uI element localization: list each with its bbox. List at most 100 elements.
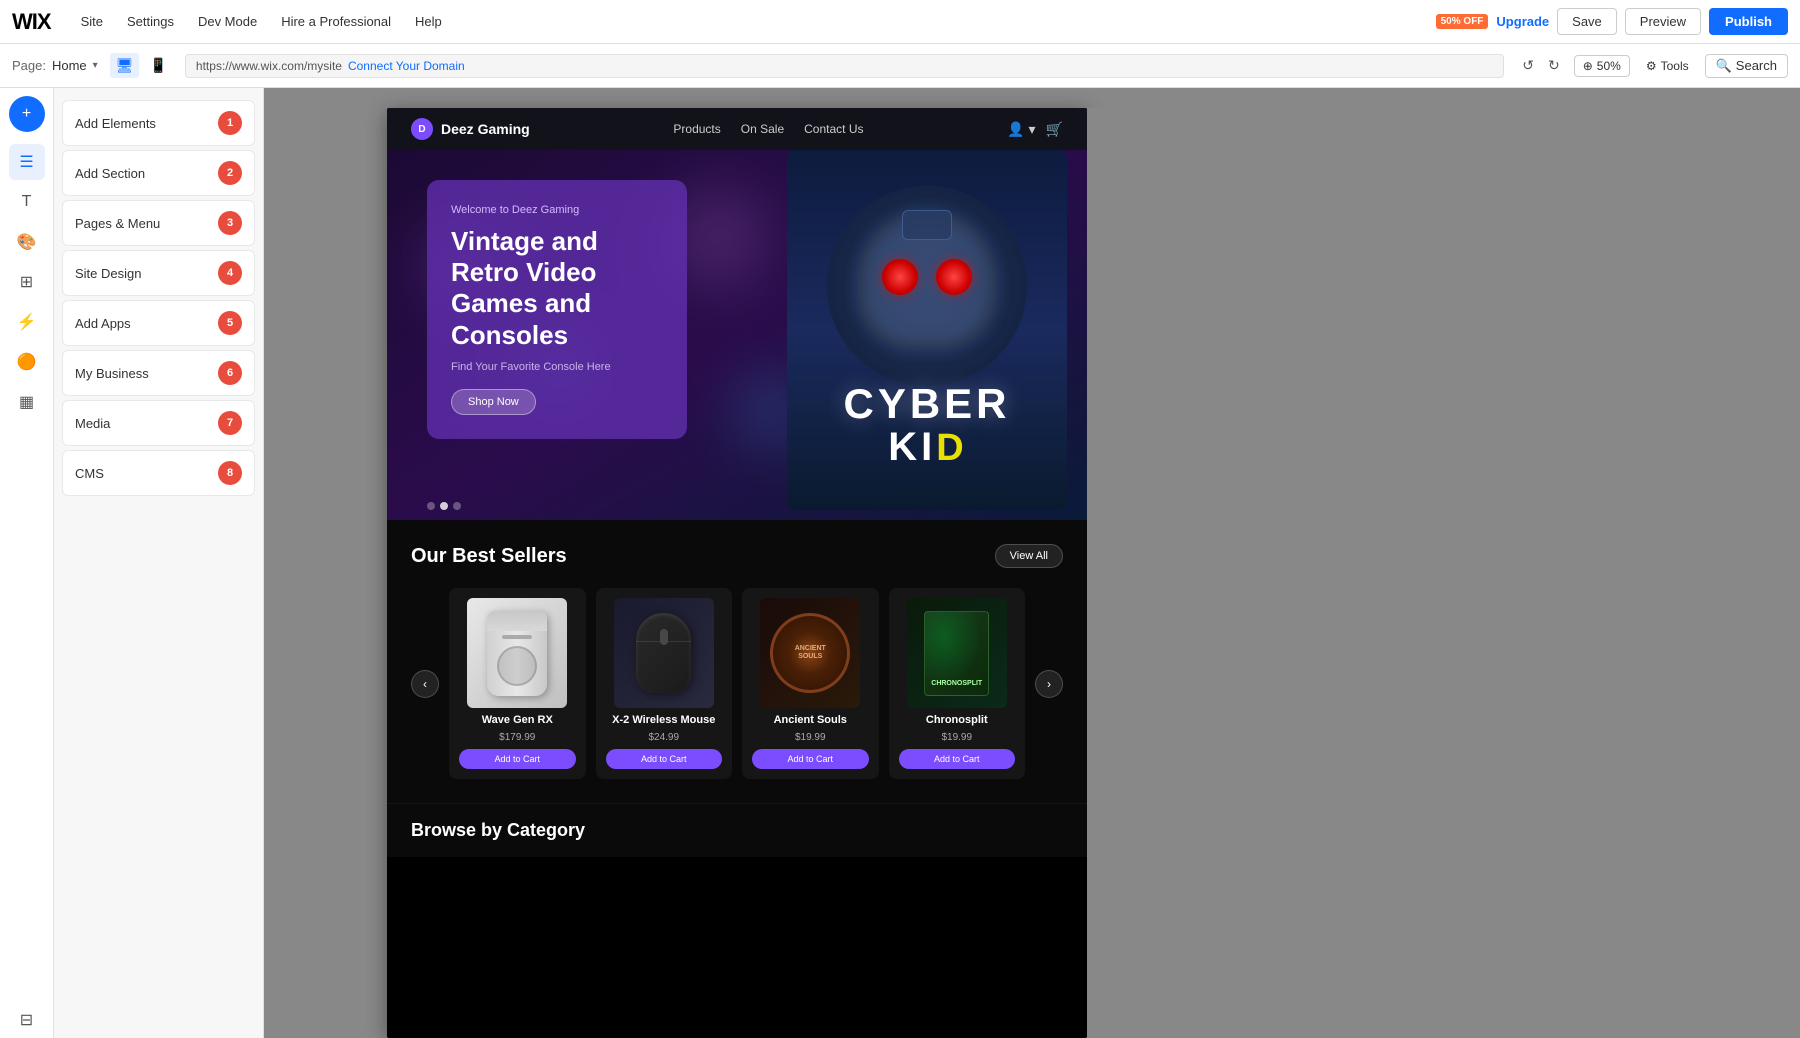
search-button[interactable]: 🔍 Search bbox=[1705, 54, 1788, 78]
media-label: Media bbox=[75, 416, 110, 431]
product-name-1: Wave Gen RX bbox=[482, 714, 553, 726]
product-card-4: CHRONOSPLIT Chronosplit $19.99 Add to Ca… bbox=[889, 588, 1026, 779]
product-price-1: $179.99 bbox=[499, 732, 535, 743]
add-section-badge: 2 bbox=[218, 161, 242, 185]
carousel-prev-button[interactable]: ‹ bbox=[411, 670, 439, 698]
tools-icon: ⚙ bbox=[1646, 59, 1657, 73]
product-name-4: Chronosplit bbox=[926, 714, 988, 726]
menu-my-business[interactable]: My Business 6 bbox=[62, 350, 255, 396]
console-top bbox=[487, 611, 547, 631]
menu-add-apps[interactable]: Add Apps 5 bbox=[62, 300, 255, 346]
site-nav-products[interactable]: Products bbox=[673, 122, 720, 136]
add-button[interactable]: + bbox=[9, 96, 45, 132]
desktop-view-button[interactable]: 🖥 bbox=[110, 53, 140, 78]
hero-title: Vintage and Retro Video Games and Consol… bbox=[451, 226, 663, 351]
mobile-view-button[interactable]: 📱 bbox=[143, 53, 172, 78]
site-logo: D Deez Gaming bbox=[411, 118, 530, 140]
logo-icon: D bbox=[411, 118, 433, 140]
mouse-scroll-wheel bbox=[660, 629, 668, 645]
best-sellers-title: Our Best Sellers bbox=[411, 545, 567, 568]
tools-label: Tools bbox=[1661, 59, 1689, 73]
preview-button[interactable]: Preview bbox=[1625, 8, 1701, 35]
nav-hire-professional[interactable]: Hire a Professional bbox=[271, 10, 401, 33]
game-cover-art: CHRONOSPLIT bbox=[924, 611, 989, 696]
toolbar-right-group: ↺ ↻ ⊕ 50% ⚙ Tools 🔍 Search bbox=[1516, 53, 1788, 78]
view-all-button[interactable]: View All bbox=[995, 544, 1063, 568]
site-nav-contact[interactable]: Contact Us bbox=[804, 122, 863, 136]
zoom-plus-icon: ⊕ bbox=[1583, 59, 1593, 73]
rail-plugin-icon[interactable]: ⚡ bbox=[9, 304, 45, 340]
add-to-cart-button-2[interactable]: Add to Cart bbox=[606, 749, 723, 769]
hero-description: Find Your Favorite Console Here bbox=[451, 361, 663, 373]
account-icon[interactable]: 👤 ▾ bbox=[1007, 121, 1035, 138]
product-card-2: X-2 Wireless Mouse $24.99 Add to Cart bbox=[596, 588, 733, 779]
shop-now-button[interactable]: Shop Now bbox=[451, 389, 536, 415]
gas-mask-eye-left bbox=[882, 259, 918, 295]
rail-table-icon[interactable]: ▦ bbox=[9, 384, 45, 420]
redo-button[interactable]: ↻ bbox=[1542, 53, 1566, 78]
save-button[interactable]: Save bbox=[1557, 8, 1617, 35]
nav-settings[interactable]: Settings bbox=[117, 10, 184, 33]
menu-media[interactable]: Media 7 bbox=[62, 400, 255, 446]
zoom-level: 50% bbox=[1597, 59, 1621, 73]
my-business-badge: 6 bbox=[218, 361, 242, 385]
rail-layers-icon[interactable]: ⊟ bbox=[9, 1002, 45, 1038]
publish-button[interactable]: Publish bbox=[1709, 8, 1788, 35]
menu-add-section[interactable]: Add Section 2 bbox=[62, 150, 255, 196]
add-to-cart-button-4[interactable]: Add to Cart bbox=[899, 749, 1016, 769]
top-nav-bar: WIX Site Settings Dev Mode Hire a Profes… bbox=[0, 0, 1800, 44]
add-apps-badge: 5 bbox=[218, 311, 242, 335]
site-nav-right: 👤 ▾ 🛒 bbox=[1007, 121, 1063, 138]
undo-button[interactable]: ↺ bbox=[1516, 53, 1540, 78]
connect-domain-link[interactable]: Connect Your Domain bbox=[348, 59, 465, 73]
console-disc bbox=[502, 635, 532, 639]
add-elements-label: Add Elements bbox=[75, 116, 156, 131]
nav-dev-mode[interactable]: Dev Mode bbox=[188, 10, 267, 33]
upgrade-button[interactable]: Upgrade bbox=[1496, 14, 1549, 29]
rail-paint-icon[interactable]: 🎨 bbox=[9, 224, 45, 260]
site-design-label: Site Design bbox=[75, 266, 141, 281]
add-to-cart-button-1[interactable]: Add to Cart bbox=[459, 749, 576, 769]
product-card-3: ANCIENTSOULS Ancient Souls $19.99 Add to… bbox=[742, 588, 879, 779]
main-area: + ☰ T 🎨 ⊞ ⚡ 🟠 ▦ ⊟ Add Elements 1 Add Sec… bbox=[0, 88, 1800, 1038]
product-image-2 bbox=[614, 598, 714, 708]
hero-dot-2[interactable] bbox=[440, 502, 448, 510]
rail-bottom-group: ⊟ bbox=[9, 1002, 45, 1038]
hero-dot-1[interactable] bbox=[427, 502, 435, 510]
media-badge: 7 bbox=[218, 411, 242, 435]
product-price-3: $19.99 bbox=[795, 732, 826, 743]
menu-cms[interactable]: CMS 8 bbox=[62, 450, 255, 496]
site-preview: D Deez Gaming Products On Sale Contact U… bbox=[387, 108, 1087, 1038]
carousel-next-button[interactable]: › bbox=[1035, 670, 1063, 698]
gas-mask-head bbox=[857, 210, 997, 350]
rail-media-icon[interactable]: 🟠 bbox=[9, 344, 45, 380]
left-menu-panel: Add Elements 1 Add Section 2 Pages & Men… bbox=[54, 88, 264, 1038]
rail-menu-icon[interactable]: ☰ bbox=[9, 144, 45, 180]
undo-redo-group: ↺ ↻ bbox=[1516, 53, 1565, 78]
rail-grid-icon[interactable]: ⊞ bbox=[9, 264, 45, 300]
discount-badge: 50% OFF bbox=[1436, 14, 1489, 29]
browse-category-title: Browse by Category bbox=[411, 804, 1063, 841]
site-design-badge: 4 bbox=[218, 261, 242, 285]
nav-right-group: 50% OFF Upgrade Save Preview Publish bbox=[1436, 8, 1788, 35]
menu-site-design[interactable]: Site Design 4 bbox=[62, 250, 255, 296]
hero-dot-3[interactable] bbox=[453, 502, 461, 510]
site-url: https://www.wix.com/mysite bbox=[196, 59, 342, 73]
nav-site[interactable]: Site bbox=[71, 10, 113, 33]
console-body bbox=[487, 611, 547, 696]
rail-text-icon[interactable]: T bbox=[9, 184, 45, 220]
add-to-cart-button-3[interactable]: Add to Cart bbox=[752, 749, 869, 769]
zoom-control[interactable]: ⊕ 50% bbox=[1574, 55, 1630, 77]
cart-icon[interactable]: 🛒 bbox=[1046, 121, 1063, 138]
pages-menu-badge: 3 bbox=[218, 211, 242, 235]
product-price-2: $24.99 bbox=[648, 732, 679, 743]
menu-add-elements[interactable]: Add Elements 1 bbox=[62, 100, 255, 146]
menu-pages-menu[interactable]: Pages & Menu 3 bbox=[62, 200, 255, 246]
hero-section: Welcome to Deez Gaming Vintage and Retro… bbox=[387, 150, 1087, 520]
nav-help[interactable]: Help bbox=[405, 10, 452, 33]
url-bar: https://www.wix.com/mysite Connect Your … bbox=[185, 54, 1504, 78]
tools-button[interactable]: ⚙ Tools bbox=[1638, 56, 1697, 76]
page-selector[interactable]: Page: Home ▾ bbox=[12, 58, 98, 73]
product-image-1 bbox=[467, 598, 567, 708]
site-nav-onsale[interactable]: On Sale bbox=[741, 122, 784, 136]
